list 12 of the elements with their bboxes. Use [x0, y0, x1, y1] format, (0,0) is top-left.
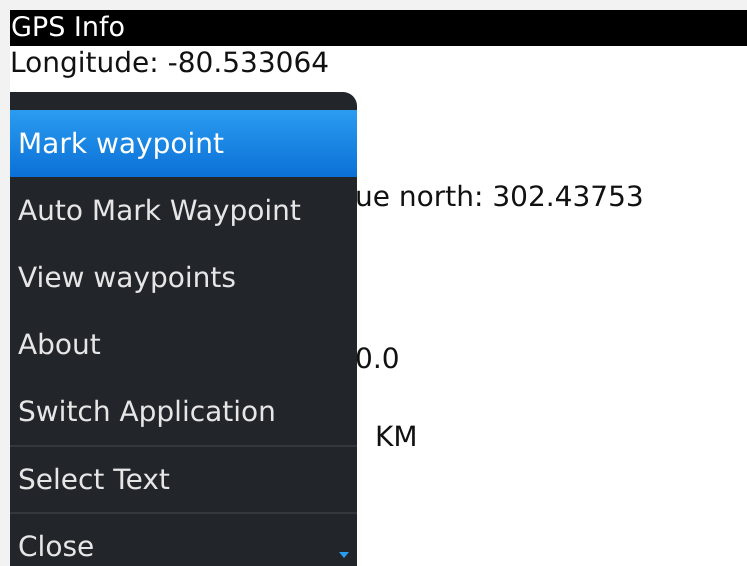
- window-title: GPS Info: [10, 10, 747, 46]
- menu-item[interactable]: About: [10, 311, 357, 378]
- info-text: Longitude: -80.533064: [10, 46, 330, 80]
- menu-item[interactable]: Mark waypoint: [10, 110, 357, 177]
- menu-item[interactable]: Auto Mark Waypoint: [10, 177, 357, 244]
- info-text: ue north: 302.43753: [355, 180, 644, 214]
- menu-item[interactable]: View waypoints: [10, 244, 357, 311]
- info-text: 0.0: [355, 342, 400, 376]
- menu-item[interactable]: Close: [10, 512, 357, 566]
- menu-item[interactable]: Select Text: [10, 445, 357, 512]
- info-text: KM: [375, 420, 418, 454]
- menu-item[interactable]: Switch Application: [10, 378, 357, 445]
